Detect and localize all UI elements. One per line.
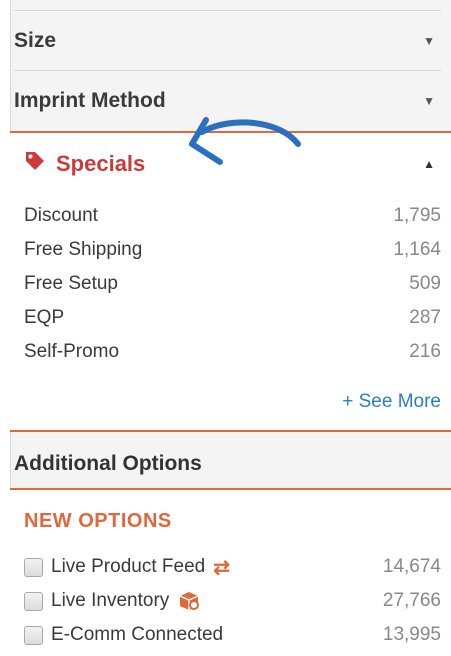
item-count: 287 <box>409 307 441 328</box>
list-item[interactable]: EQP 287 <box>24 301 441 335</box>
additional-options-header[interactable]: Additional Options <box>14 442 441 486</box>
specials-section: Specials ▲ Discount 1,795 Free Shipping … <box>10 131 451 432</box>
item-count: 216 <box>409 341 441 362</box>
additional-options-title: Additional Options <box>14 452 202 475</box>
checkbox[interactable] <box>24 591 43 611</box>
inventory-box-icon <box>177 590 201 612</box>
chevron-down-icon: ▼ <box>423 94 435 108</box>
list-item[interactable]: Discount 1,795 <box>24 199 441 233</box>
annotation-arrow-icon <box>189 117 301 165</box>
option-label: E-Comm Connected <box>51 624 224 645</box>
additional-options-section: NEW OPTIONS Live Product Feed ⇄ 14,674 L… <box>10 490 451 656</box>
list-item: E-Comm Connected 13,995 <box>24 618 441 652</box>
item-label: EQP <box>24 307 65 328</box>
option-label: Live Product Feed <box>51 556 206 577</box>
list-item: Live Product Feed ⇄ 14,674 <box>24 550 441 584</box>
item-count: 1,795 <box>393 205 441 226</box>
specials-title: Specials <box>56 151 146 176</box>
facet-size-header[interactable]: Size ▼ <box>14 11 441 71</box>
list-item[interactable]: Free Setup 509 <box>24 267 441 301</box>
checkbox[interactable] <box>24 625 43 645</box>
see-more-link[interactable]: + See More <box>342 391 441 413</box>
item-label: Free Shipping <box>24 239 143 260</box>
new-options-heading: NEW OPTIONS <box>24 510 172 532</box>
specials-list: Discount 1,795 Free Shipping 1,164 Free … <box>24 199 441 369</box>
facet-imprint-method-label: Imprint Method <box>14 89 166 112</box>
chevron-down-icon: ▼ <box>423 34 435 48</box>
option-count: 14,674 <box>382 556 441 577</box>
option-label: Live Inventory <box>51 590 170 611</box>
item-count: 1,164 <box>393 239 441 260</box>
item-label: Discount <box>24 205 98 226</box>
option-count: 27,766 <box>382 590 441 611</box>
list-item[interactable]: Free Shipping 1,164 <box>24 233 441 267</box>
item-label: Free Setup <box>24 273 118 294</box>
item-count: 509 <box>409 273 441 294</box>
item-label: Self-Promo <box>24 341 120 362</box>
chevron-up-icon: ▲ <box>423 157 435 171</box>
option-live-inventory[interactable]: Live Inventory <box>24 590 201 612</box>
swap-arrows-icon: ⇄ <box>213 556 230 579</box>
options-list: Live Product Feed ⇄ 14,674 Live Inventor… <box>24 550 441 652</box>
checkbox[interactable] <box>24 557 43 577</box>
option-e-comm-connected[interactable]: E-Comm Connected <box>24 624 223 646</box>
facet-size-label: Size <box>14 29 57 52</box>
option-count: 13,995 <box>382 624 441 645</box>
list-item[interactable]: Self-Promo 216 <box>24 335 441 369</box>
tag-icon <box>24 150 46 178</box>
option-live-product-feed[interactable]: Live Product Feed ⇄ <box>24 555 230 580</box>
list-item: Live Inventory 27,766 <box>24 584 441 618</box>
